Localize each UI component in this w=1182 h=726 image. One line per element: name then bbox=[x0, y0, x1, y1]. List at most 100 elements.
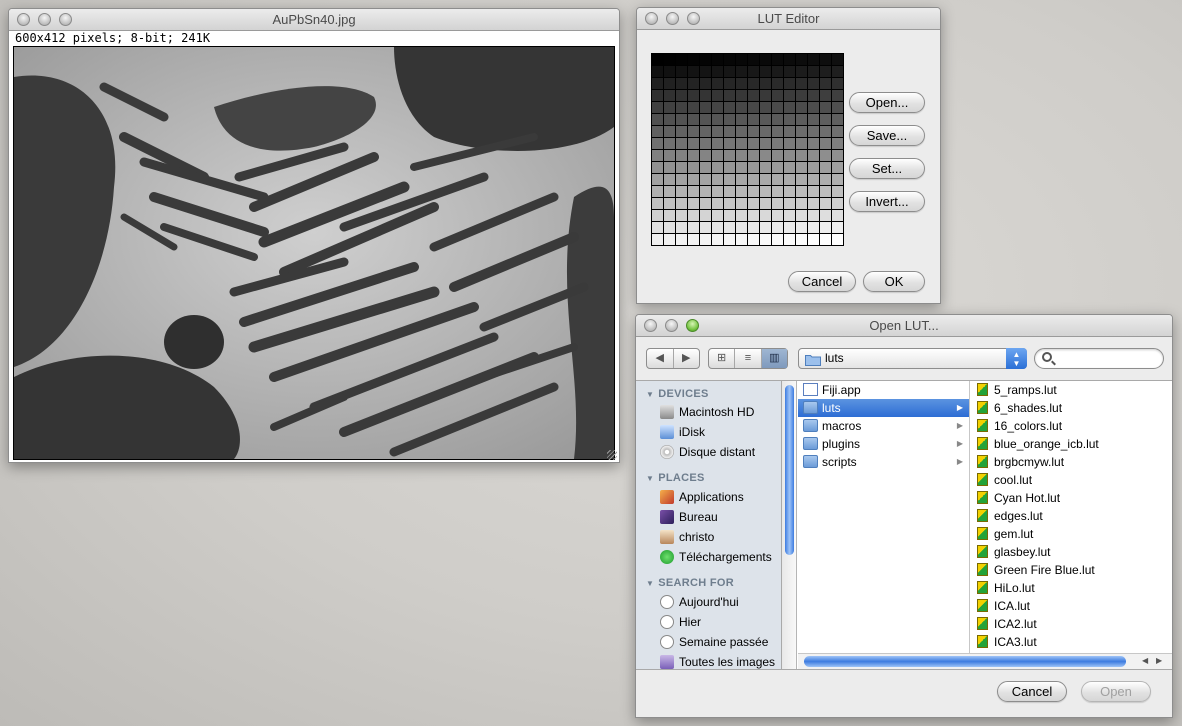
lut-cell[interactable] bbox=[760, 114, 771, 125]
lut-set-button[interactable]: Set... bbox=[849, 158, 925, 179]
lut-cell[interactable] bbox=[688, 150, 699, 161]
lut-editor-titlebar[interactable]: LUT Editor bbox=[637, 8, 940, 30]
lut-cell[interactable] bbox=[676, 222, 687, 233]
lut-cell[interactable] bbox=[688, 222, 699, 233]
lut-cell[interactable] bbox=[772, 162, 783, 173]
lut-cell[interactable] bbox=[712, 150, 723, 161]
lut-cell[interactable] bbox=[820, 90, 831, 101]
lut-cell[interactable] bbox=[712, 186, 723, 197]
lut-file-row[interactable]: Cyan Hot.lut bbox=[970, 489, 1172, 507]
lut-cell[interactable] bbox=[736, 138, 747, 149]
lut-cell[interactable] bbox=[820, 102, 831, 113]
back-arrow-icon[interactable]: ◀ bbox=[647, 349, 674, 368]
lut-cell[interactable] bbox=[652, 234, 663, 245]
lut-cell[interactable] bbox=[736, 162, 747, 173]
lut-cell[interactable] bbox=[796, 126, 807, 137]
lut-cell[interactable] bbox=[820, 210, 831, 221]
lut-cell[interactable] bbox=[748, 210, 759, 221]
scroll-left-icon[interactable]: ◀ bbox=[1142, 656, 1148, 665]
minimize-window-button[interactable] bbox=[665, 319, 678, 332]
lut-cell[interactable] bbox=[664, 162, 675, 173]
lut-cell[interactable] bbox=[736, 234, 747, 245]
micrograph-image[interactable] bbox=[13, 46, 615, 460]
lut-cell[interactable] bbox=[652, 126, 663, 137]
open-dialog-open-button[interactable]: Open bbox=[1081, 681, 1151, 702]
lut-cell[interactable] bbox=[796, 186, 807, 197]
lut-cell[interactable] bbox=[664, 126, 675, 137]
lut-open-button[interactable]: Open... bbox=[849, 92, 925, 113]
sidebar-item-toutes-les-images[interactable]: Toutes les images bbox=[660, 653, 775, 669]
lut-cell[interactable] bbox=[712, 126, 723, 137]
lut-cell[interactable] bbox=[784, 210, 795, 221]
lut-cell[interactable] bbox=[808, 234, 819, 245]
lut-cell[interactable] bbox=[796, 174, 807, 185]
lut-cell[interactable] bbox=[700, 126, 711, 137]
lut-cell[interactable] bbox=[712, 114, 723, 125]
lut-cell[interactable] bbox=[712, 102, 723, 113]
lut-cell[interactable] bbox=[820, 138, 831, 149]
lut-cell[interactable] bbox=[784, 186, 795, 197]
lut-cell[interactable] bbox=[700, 66, 711, 77]
lut-cell[interactable] bbox=[796, 78, 807, 89]
lut-cell[interactable] bbox=[784, 174, 795, 185]
lut-cell[interactable] bbox=[796, 66, 807, 77]
lut-cell[interactable] bbox=[832, 138, 843, 149]
open-dialog-cancel-button[interactable]: Cancel bbox=[997, 681, 1067, 702]
lut-cell[interactable] bbox=[712, 78, 723, 89]
lut-cell[interactable] bbox=[688, 186, 699, 197]
horizontal-scroll-thumb[interactable] bbox=[804, 656, 1126, 667]
lut-cell[interactable] bbox=[748, 150, 759, 161]
lut-cell[interactable] bbox=[676, 186, 687, 197]
lut-cell[interactable] bbox=[772, 114, 783, 125]
lut-cell[interactable] bbox=[664, 198, 675, 209]
lut-cell[interactable] bbox=[784, 150, 795, 161]
lut-file-row[interactable]: 6_shades.lut bbox=[970, 399, 1172, 417]
lut-cell[interactable] bbox=[796, 234, 807, 245]
lut-cell[interactable] bbox=[652, 198, 663, 209]
lut-cell[interactable] bbox=[724, 186, 735, 197]
lut-cell[interactable] bbox=[664, 174, 675, 185]
lut-file-row[interactable]: glasbey.lut bbox=[970, 543, 1172, 561]
lut-cell[interactable] bbox=[808, 102, 819, 113]
lut-cell[interactable] bbox=[688, 66, 699, 77]
lut-cell[interactable] bbox=[676, 198, 687, 209]
lut-cell[interactable] bbox=[664, 78, 675, 89]
lut-cell[interactable] bbox=[808, 138, 819, 149]
minimize-window-button[interactable] bbox=[38, 13, 51, 26]
lut-cell[interactable] bbox=[664, 150, 675, 161]
lut-cell[interactable] bbox=[748, 234, 759, 245]
lut-cell[interactable] bbox=[808, 126, 819, 137]
lut-file-row[interactable]: ICA3.lut bbox=[970, 633, 1172, 651]
lut-cell[interactable] bbox=[808, 78, 819, 89]
lut-cell[interactable] bbox=[652, 210, 663, 221]
lut-cell[interactable] bbox=[700, 78, 711, 89]
lut-cell[interactable] bbox=[808, 198, 819, 209]
lut-cell[interactable] bbox=[760, 78, 771, 89]
lut-cell[interactable] bbox=[832, 90, 843, 101]
lut-cell[interactable] bbox=[688, 114, 699, 125]
lut-cell[interactable] bbox=[664, 234, 675, 245]
lut-cell[interactable] bbox=[772, 234, 783, 245]
lut-cell[interactable] bbox=[664, 90, 675, 101]
lut-cell[interactable] bbox=[820, 174, 831, 185]
lut-cell[interactable] bbox=[772, 78, 783, 89]
lut-cell[interactable] bbox=[724, 78, 735, 89]
lut-cell[interactable] bbox=[748, 78, 759, 89]
lut-cell[interactable] bbox=[712, 90, 723, 101]
lut-cell[interactable] bbox=[760, 54, 771, 65]
lut-cell[interactable] bbox=[712, 210, 723, 221]
lut-cell[interactable] bbox=[652, 174, 663, 185]
sidebar-item-idisk[interactable]: iDisk bbox=[660, 423, 705, 441]
lut-cell[interactable] bbox=[724, 102, 735, 113]
lut-cell[interactable] bbox=[724, 54, 735, 65]
lut-cell[interactable] bbox=[820, 198, 831, 209]
lut-cell[interactable] bbox=[688, 162, 699, 173]
lut-cell[interactable] bbox=[664, 222, 675, 233]
lut-cell[interactable] bbox=[748, 66, 759, 77]
lut-cell[interactable] bbox=[736, 66, 747, 77]
lut-cell[interactable] bbox=[676, 234, 687, 245]
lut-cell[interactable] bbox=[832, 162, 843, 173]
lut-cell[interactable] bbox=[796, 138, 807, 149]
lut-cell[interactable] bbox=[784, 138, 795, 149]
lut-cell[interactable] bbox=[724, 162, 735, 173]
